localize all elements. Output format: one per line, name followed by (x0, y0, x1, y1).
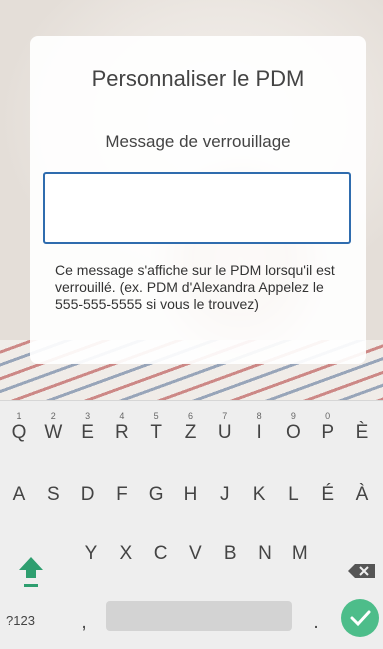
key-k[interactable]: K (242, 475, 276, 515)
space-bar[interactable] (106, 601, 292, 631)
check-icon (350, 610, 371, 627)
key-o[interactable]: 9O (276, 411, 310, 453)
key-à[interactable]: À (345, 475, 379, 515)
key-g[interactable]: G (139, 475, 173, 515)
shift-key[interactable] (16, 551, 46, 591)
key-label: E (81, 422, 94, 443)
key-label: T (150, 422, 162, 443)
period-key[interactable]: . (306, 601, 326, 641)
key-label: R (115, 422, 129, 443)
key-label: O (286, 422, 301, 443)
key-h[interactable]: H (174, 475, 208, 515)
page-title: Personnaliser le PDM (91, 66, 305, 91)
key-p[interactable]: 0P (311, 411, 345, 453)
key-v[interactable]: V (178, 534, 212, 574)
key-d[interactable]: D (71, 475, 105, 515)
key-hint: 1 (16, 411, 22, 421)
lock-message-label: Message de verrouillage (105, 132, 291, 151)
key-u[interactable]: 7U (208, 411, 242, 453)
key-q[interactable]: 1Q (2, 411, 36, 453)
comma-key[interactable]: , (72, 601, 96, 641)
key-é[interactable]: É (311, 475, 345, 515)
key-label: W (44, 422, 63, 443)
key-label: Z (184, 422, 197, 443)
key-i[interactable]: 8I (242, 411, 276, 453)
enter-key[interactable] (341, 599, 379, 637)
key-s[interactable]: S (36, 475, 70, 515)
key-hint: 4 (119, 411, 125, 421)
key-label: È (355, 422, 369, 443)
key-è[interactable]: È (345, 413, 379, 453)
key-hint: 6 (187, 411, 193, 421)
symbols-key[interactable]: ?123 (6, 601, 50, 641)
key-w[interactable]: 2W (36, 411, 70, 453)
key-hint: 3 (85, 411, 91, 421)
key-hint: 8 (256, 411, 262, 421)
customize-card: Personnaliser le PDM Message de verrouil… (30, 36, 366, 364)
keyboard: 1Q2W3E4R5T6Z7U8I9O0PÈ ASDFGHJKLÉÀ YXCVBN… (0, 400, 383, 649)
key-c[interactable]: C (144, 534, 178, 574)
backspace-icon (348, 564, 375, 578)
shift-arrow-icon (19, 557, 43, 587)
key-y[interactable]: Y (74, 534, 108, 574)
lock-message-help-text: Ce message s'affiche sur le PDM lorsqu'i… (55, 262, 335, 312)
key-n[interactable]: N (248, 534, 282, 574)
key-m[interactable]: M (283, 534, 317, 574)
key-e[interactable]: 3E (71, 411, 105, 453)
key-hint: 0 (325, 411, 331, 421)
key-b[interactable]: B (213, 534, 247, 574)
key-t[interactable]: 5T (139, 411, 173, 453)
key-j[interactable]: J (208, 475, 242, 515)
key-hint: 7 (222, 411, 228, 421)
key-hint: 5 (153, 411, 159, 421)
key-label: Q (11, 422, 27, 443)
backspace-key[interactable] (345, 551, 379, 591)
lock-message-input[interactable] (43, 172, 351, 244)
key-r[interactable]: 4R (105, 411, 139, 453)
key-hint: 2 (50, 411, 56, 421)
key-f[interactable]: F (105, 475, 139, 515)
key-l[interactable]: L (276, 475, 310, 515)
key-z[interactable]: 6Z (174, 411, 208, 453)
key-a[interactable]: A (2, 475, 36, 515)
key-label: P (321, 422, 335, 443)
key-hint: 9 (290, 411, 296, 421)
key-label: U (217, 422, 232, 443)
key-label: I (256, 422, 262, 443)
key-x[interactable]: X (109, 534, 143, 574)
